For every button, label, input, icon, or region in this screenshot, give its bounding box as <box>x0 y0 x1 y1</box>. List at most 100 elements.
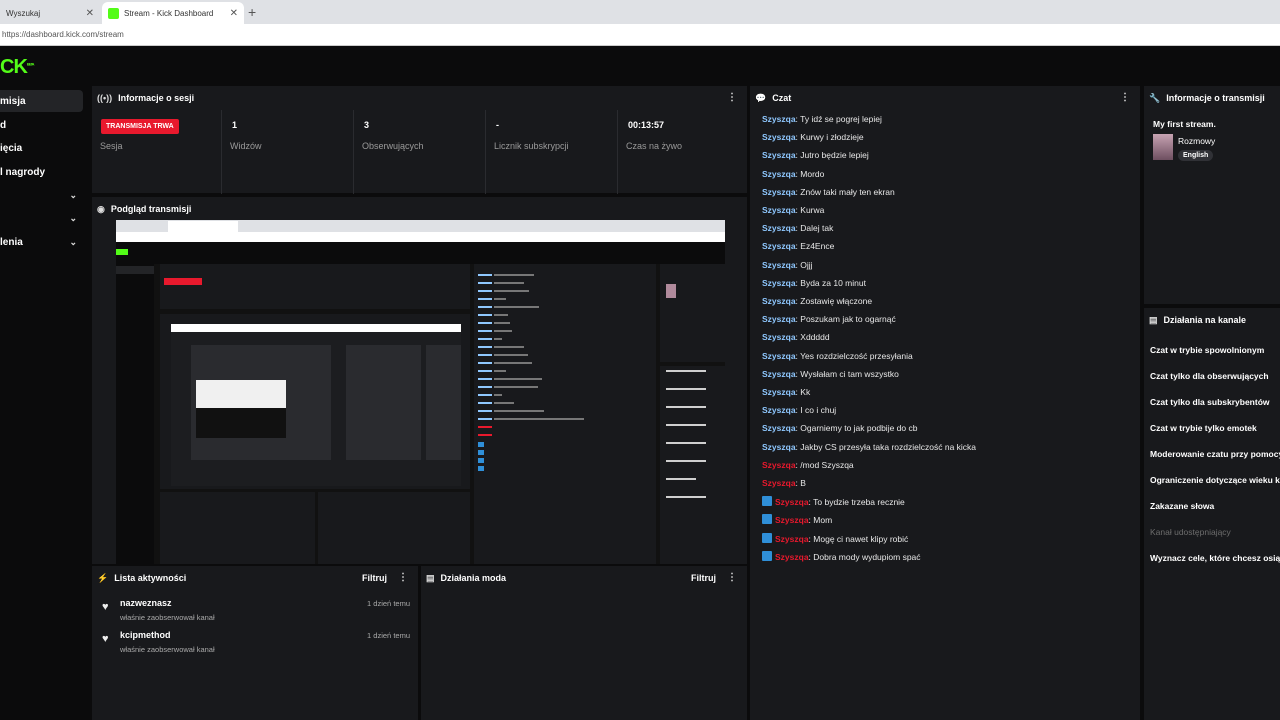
chat-username[interactable]: Szyszqa <box>762 169 796 179</box>
sidebar-item-3[interactable]: ięcia <box>0 137 83 159</box>
filter-button[interactable]: Filtruj <box>362 573 387 583</box>
channel-action-item: Kanał udostępniający <box>1150 527 1231 537</box>
logo-beta: BETA <box>26 61 35 67</box>
sidebar-item-label: d <box>0 119 7 131</box>
sidebar-item-rewards[interactable]: l nagrody <box>0 161 83 183</box>
panel-title: Informacje o transmisji <box>1166 93 1265 103</box>
channel-action-item[interactable]: Czat w trybie spowolnionym <box>1150 345 1264 355</box>
list-item[interactable]: ♥ kcipmethod właśnie zaobserwował kanał … <box>100 630 410 660</box>
sidebar-item-group-1[interactable]: ⌄ <box>0 184 83 206</box>
stream-title: My first stream. <box>1153 119 1216 129</box>
channel-action-item[interactable]: Wyznacz cele, które chcesz osią <box>1150 553 1280 563</box>
more-options-icon[interactable]: ⋮ <box>398 572 408 583</box>
chat-message[interactable]: Szyszqa: Byda za 10 minut <box>762 278 866 288</box>
stat-followers: 3 Obserwujących <box>354 110 486 194</box>
chat-message[interactable]: Szyszqa: Ez4Ence <box>762 241 834 251</box>
chat-message[interactable]: Szyszqa: I co i chuj <box>762 405 836 415</box>
chat-username[interactable]: Szyszqa <box>762 132 796 142</box>
browser-tab-dashboard[interactable]: Stream - Kick Dashboard ✕ <box>102 2 244 24</box>
chat-username[interactable]: Szyszqa <box>762 460 796 470</box>
chat-username[interactable]: Szyszqa <box>762 369 796 379</box>
chat-username[interactable]: Szyszqa <box>762 278 796 288</box>
browser-tab-search[interactable]: Wyszukaj ✕ <box>0 2 100 24</box>
panel-title: Działania na kanale <box>1163 315 1247 325</box>
sidebar-item-settings[interactable]: lenia ⌄ <box>0 231 83 253</box>
address-bar[interactable]: https://dashboard.kick.com/stream <box>0 24 1280 46</box>
list-item[interactable]: ♥ nazweznasz właśnie zaobserwował kanał … <box>100 598 410 628</box>
chat-message[interactable]: Szyszqa: Ogarniemy to jak podbije do cb <box>762 423 917 433</box>
chat-message[interactable]: Szyszqa: Dalej tak <box>762 223 833 233</box>
chat-message[interactable]: Szyszqa: B <box>762 478 806 488</box>
channel-action-item[interactable]: Ograniczenie dotyczące wieku k <box>1150 475 1280 485</box>
stat-label: Widzów <box>230 141 262 151</box>
chat-username[interactable]: Szyszqa <box>762 296 796 306</box>
chat-text: Yes rozdzielczość przesyłania <box>800 350 913 361</box>
chat-message[interactable]: Szyszqa: Kurwy i złodzieje <box>762 132 864 142</box>
chat-message[interactable]: Szyszqa: Jutro będzie lepiej <box>762 150 869 160</box>
chat-username[interactable]: Szyszqa <box>762 423 796 433</box>
chat-username[interactable]: Szyszqa <box>762 241 796 251</box>
chat-message[interactable]: Szyszqa: Zostawię włączone <box>762 296 872 306</box>
chat-message[interactable]: Szyszqa: Jakby CS przesyła taka rozdziel… <box>762 442 976 452</box>
chat-username[interactable]: Szyszqa <box>762 442 796 452</box>
more-options-icon[interactable]: ⋮ <box>727 572 737 583</box>
sidebar-item-2[interactable]: d <box>0 114 83 136</box>
more-options-icon[interactable]: ⋮ <box>1120 92 1130 103</box>
mod-badge-icon <box>762 514 772 525</box>
chat-username[interactable]: Szyszqa <box>762 405 796 415</box>
stat-subscriptions: - Licznik subskrypcji <box>486 110 618 194</box>
filter-button[interactable]: Filtruj <box>691 573 716 583</box>
chat-username[interactable]: Szyszqa <box>762 314 796 324</box>
chat-username[interactable]: Szyszqa <box>762 223 796 233</box>
chat-message[interactable]: Szyszqa: Dobra mody wydupiom spać <box>762 550 921 562</box>
new-tab-button[interactable]: + <box>248 4 256 20</box>
chat-text: Ty idź se pogrej lepiej <box>800 114 882 124</box>
heart-icon: ♥ <box>102 601 109 613</box>
chat-username[interactable]: Szyszqa <box>775 515 809 525</box>
chat-username[interactable]: Szyszqa <box>762 205 796 215</box>
sidebar-item-stream[interactable]: misja <box>0 90 83 112</box>
chat-message[interactable]: Szyszqa: Mogę ci nawet klipy robić <box>762 532 908 544</box>
chat-username[interactable]: Szyszqa <box>762 351 796 361</box>
chevron-down-icon: ⌄ <box>69 189 77 200</box>
chat-username[interactable]: Szyszqa <box>762 387 796 397</box>
chat-message[interactable]: Szyszqa: Mom <box>762 514 832 525</box>
close-icon[interactable]: ✕ <box>86 8 94 19</box>
channel-action-item[interactable]: Moderowanie czatu przy pomocy <box>1150 449 1280 459</box>
channel-action-item[interactable]: Zakazane słowa <box>1150 501 1214 511</box>
chat-message[interactable]: Szyszqa: Kurwa <box>762 205 824 215</box>
chat-username[interactable]: Szyszqa <box>775 497 809 507</box>
channel-action-item[interactable]: Czat tylko dla subskrybentów <box>1150 397 1270 407</box>
activity-time: 1 dzień temu <box>367 599 410 608</box>
chat-message[interactable]: Szyszqa: Ojjj <box>762 260 813 270</box>
chat-username[interactable]: Szyszqa <box>762 260 796 270</box>
chat-username[interactable]: Szyszqa <box>762 332 796 342</box>
chat-username[interactable]: Szyszqa <box>762 478 796 488</box>
chat-message[interactable]: Szyszqa: Yes rozdzielczość przesyłania <box>762 351 913 361</box>
activity-time: 1 dzień temu <box>367 631 410 640</box>
chat-message[interactable]: Szyszqa: /mod Szyszqa <box>762 460 854 470</box>
chat-username[interactable]: Szyszqa <box>775 534 809 544</box>
chat-message[interactable]: Szyszqa: Kk <box>762 387 810 397</box>
stream-preview-video[interactable] <box>116 220 725 564</box>
chat-username[interactable]: Szyszqa <box>762 187 796 197</box>
chat-message[interactable]: Szyszqa: Poszukam jak to ogarnąć <box>762 314 896 324</box>
chat-message[interactable]: Szyszqa: To bydzie trzeba recznie <box>762 496 905 507</box>
chat-username[interactable]: Szyszqa <box>762 114 796 124</box>
chat-username[interactable]: Szyszqa <box>775 552 809 562</box>
more-options-icon[interactable]: ⋮ <box>727 92 737 103</box>
chat-message[interactable]: Szyszqa: Znów taki mały ten ekran <box>762 187 895 197</box>
stream-preview-panel: ◉ Podgląd transmisji <box>92 197 747 564</box>
channel-action-item[interactable]: Czat tylko dla obserwujących <box>1150 371 1269 381</box>
chat-message[interactable]: Szyszqa: Mordo <box>762 169 824 179</box>
sidebar-item-group-2[interactable]: ⌄ <box>0 207 83 229</box>
chat-text: Kurwy i złodzieje <box>800 132 864 143</box>
chat-message[interactable]: Szyszqa: Xddddd <box>762 332 830 342</box>
channel-action-item[interactable]: Czat w trybie tylko emotek <box>1150 423 1257 433</box>
close-icon[interactable]: ✕ <box>230 8 238 19</box>
kick-logo[interactable]: KICKBETA <box>0 56 35 79</box>
chat-message[interactable]: Szyszqa: Wysłałam ci tam wszystko <box>762 369 899 379</box>
chat-message[interactable]: Szyszqa: Ty idź se pogrej lepiej <box>762 114 882 124</box>
stat-label: Licznik subskrypcji <box>494 141 569 151</box>
chat-username[interactable]: Szyszqa <box>762 150 796 160</box>
